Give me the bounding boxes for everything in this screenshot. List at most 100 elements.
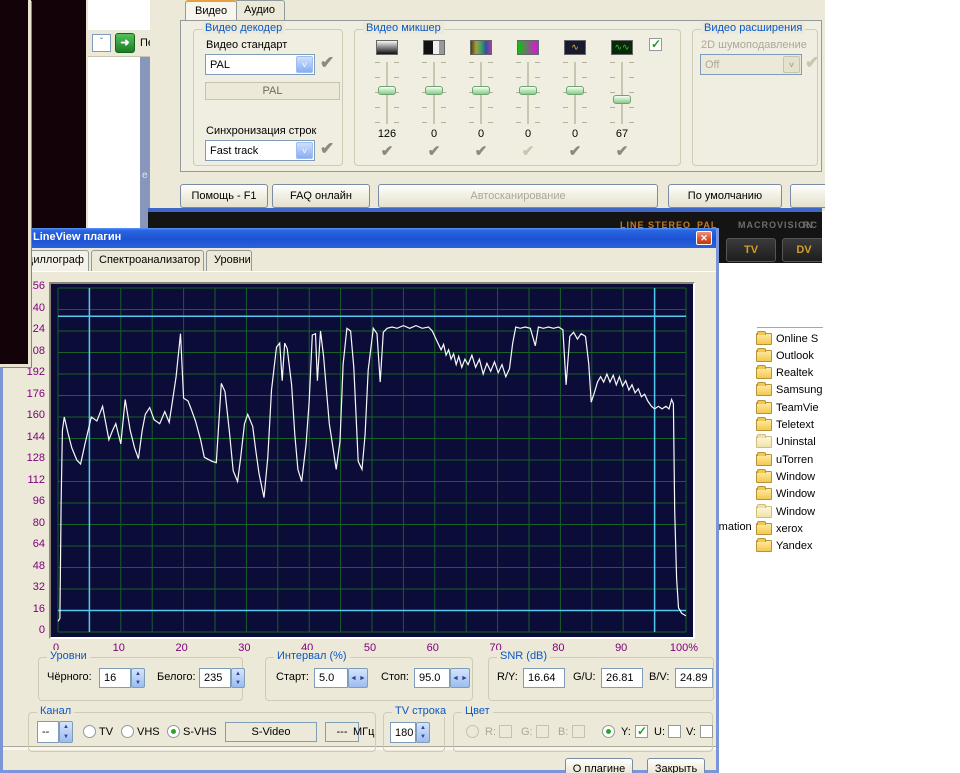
mixer-slider[interactable]: 0✔ bbox=[459, 36, 503, 176]
about-plugin-button[interactable]: О плагине bbox=[565, 758, 633, 773]
stop-spinner[interactable]: ◄► bbox=[450, 668, 470, 688]
browser-content-area bbox=[88, 57, 140, 228]
black-level-spinner[interactable]: ▲▼ bbox=[131, 668, 145, 688]
brightness-icon bbox=[376, 40, 398, 55]
radio-tv-label[interactable]: TV bbox=[99, 726, 113, 738]
folder-item[interactable]: uTorren bbox=[756, 451, 813, 468]
combo-arrow-icon[interactable]: ˅ bbox=[296, 56, 313, 73]
slider-thumb[interactable] bbox=[613, 95, 631, 104]
mixer-slider[interactable]: 0✔ bbox=[412, 36, 456, 176]
v-checkbox[interactable] bbox=[700, 725, 713, 738]
chevron-down-icon[interactable]: ˇ bbox=[92, 34, 111, 52]
folder-item[interactable]: Window bbox=[756, 486, 815, 503]
white-level-spinner[interactable]: ▲▼ bbox=[231, 668, 245, 688]
clipped-text-fragment: rmation bbox=[715, 521, 752, 533]
folder-item[interactable]: Window bbox=[756, 468, 815, 485]
mixer-slider[interactable]: 126✔ bbox=[365, 36, 409, 176]
u-label[interactable]: U: bbox=[654, 726, 665, 738]
folder-item[interactable]: Realtek bbox=[756, 365, 813, 382]
dv-button[interactable]: DV bbox=[782, 238, 822, 262]
folder-icon bbox=[756, 419, 772, 431]
stop-field[interactable]: 95.0 bbox=[414, 668, 450, 688]
close-icon[interactable]: ✕ bbox=[696, 231, 712, 245]
slider-thumb[interactable] bbox=[378, 86, 396, 95]
tv-line-spinner[interactable]: ▲▼ bbox=[416, 722, 430, 743]
y-axis-label: 96 bbox=[11, 495, 45, 507]
tab-spectrum-analyzer[interactable]: Спектроанализатор bbox=[91, 250, 204, 271]
y-axis-label: 80 bbox=[11, 517, 45, 529]
slider-thumb[interactable] bbox=[566, 86, 584, 95]
video-mixer-title: Видео микшер bbox=[363, 22, 444, 34]
combo-arrow-icon[interactable]: ˅ bbox=[296, 142, 313, 159]
noise-reduction-combo: Off ˅ bbox=[700, 54, 802, 75]
y-checkbox[interactable] bbox=[635, 725, 648, 738]
tv-line-field[interactable]: 180 bbox=[390, 722, 416, 743]
line-sync-combo[interactable]: Fast track ˅ bbox=[205, 140, 315, 161]
folder-name: Samsung bbox=[776, 384, 822, 396]
radio-svhs-label[interactable]: S-VHS bbox=[183, 726, 217, 738]
tv-button[interactable]: TV bbox=[726, 238, 776, 262]
snr-gu-label: G/U: bbox=[573, 671, 596, 683]
white-level-field[interactable]: 235 bbox=[199, 668, 231, 688]
y-axis-label: 112 bbox=[11, 474, 45, 486]
tab-levels[interactable]: Уровни bbox=[206, 250, 252, 271]
radio-vhs[interactable] bbox=[121, 725, 134, 738]
folder-item[interactable]: Samsung bbox=[756, 382, 822, 399]
snr-title: SNR (dB) bbox=[497, 650, 550, 662]
faq-button[interactable]: FAQ онлайн bbox=[272, 184, 370, 208]
radio-yuv[interactable] bbox=[602, 725, 615, 738]
radio-tv[interactable] bbox=[83, 725, 96, 738]
x-axis-label: 30 bbox=[226, 642, 262, 654]
slider-value: 126 bbox=[365, 128, 409, 140]
u-checkbox[interactable] bbox=[668, 725, 681, 738]
mixer-slider[interactable]: ∿0✔ bbox=[553, 36, 597, 176]
start-spinner[interactable]: ◄► bbox=[348, 668, 368, 688]
folder-name: Online S bbox=[776, 333, 818, 345]
go-arrow-icon[interactable]: ➜ bbox=[115, 33, 135, 53]
start-field[interactable]: 5.0 bbox=[314, 668, 348, 688]
autoscan-button: Автосканирование bbox=[378, 184, 658, 208]
folder-icon bbox=[756, 471, 772, 483]
radio-svhs[interactable] bbox=[167, 725, 180, 738]
folder-item[interactable]: Window bbox=[756, 503, 815, 520]
color-title: Цвет bbox=[462, 705, 493, 717]
slider-thumb[interactable] bbox=[425, 86, 443, 95]
folder-item[interactable]: xerox bbox=[756, 520, 803, 537]
channel-spin-field[interactable]: -- bbox=[37, 721, 59, 743]
slider-ticks bbox=[610, 62, 615, 124]
folder-item[interactable]: Uninstal bbox=[756, 434, 816, 451]
folder-item[interactable]: Yandex bbox=[756, 538, 813, 555]
y-label[interactable]: Y: bbox=[621, 726, 631, 738]
folder-item[interactable]: Online S bbox=[756, 330, 818, 347]
help-button[interactable]: Помощь - F1 bbox=[180, 184, 268, 208]
folder-item[interactable]: TeamVie bbox=[756, 399, 819, 416]
tab-video[interactable]: Видео bbox=[185, 0, 237, 20]
stop-label: Стоп: bbox=[381, 671, 409, 683]
folder-item[interactable]: Teletext bbox=[756, 417, 814, 434]
interval-group: Интервал (%) Старт: 5.0 ◄► Стоп: 95.0 ◄► bbox=[265, 657, 473, 701]
lineview-titlebar[interactable]: LineView плагин ✕ bbox=[3, 228, 716, 248]
mixer-enable-checkbox[interactable] bbox=[649, 38, 662, 51]
mixer-slider[interactable]: ∿∿67✔ bbox=[600, 36, 644, 176]
channel-spinner[interactable]: ▲▼ bbox=[59, 721, 73, 743]
slider-thumb[interactable] bbox=[472, 86, 490, 95]
tab-audio[interactable]: Аудио bbox=[234, 0, 285, 20]
oscilloscope-display bbox=[49, 282, 695, 639]
video-standard-combo[interactable]: PAL ˅ bbox=[205, 54, 315, 75]
folder-icon bbox=[756, 436, 772, 448]
radio-vhs-label[interactable]: VHS bbox=[137, 726, 160, 738]
black-level-field[interactable]: 16 bbox=[99, 668, 131, 688]
v-label[interactable]: V: bbox=[686, 726, 696, 738]
folder-item[interactable]: Outlook bbox=[756, 347, 814, 364]
radio-rgb bbox=[466, 725, 479, 738]
defaults-button[interactable]: По умолчанию bbox=[668, 184, 782, 208]
close-plugin-button[interactable]: Закрыть bbox=[647, 758, 705, 773]
osd-status-text: RC bbox=[803, 220, 818, 230]
close-settings-button[interactable]: Закрыть bbox=[790, 184, 825, 208]
video-extensions-group: Видео расширения 2D шумоподавление Off ˅… bbox=[692, 29, 818, 166]
snr-bv-value: 24.89 bbox=[675, 668, 713, 688]
slider-thumb[interactable] bbox=[519, 86, 537, 95]
y-axis-label: 32 bbox=[11, 581, 45, 593]
x-axis-label: 20 bbox=[164, 642, 200, 654]
mixer-slider[interactable]: 0✔ bbox=[506, 36, 550, 176]
